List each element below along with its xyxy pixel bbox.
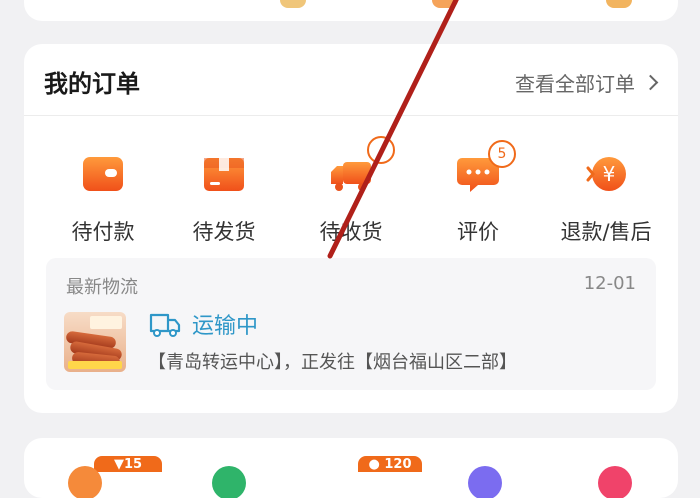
transit-status-text: 运输中 [192, 314, 259, 339]
transit-status: 运输中 [148, 308, 258, 340]
chevron-right-icon [642, 74, 659, 91]
status-label: 评价 [457, 220, 499, 244]
promo-icon[interactable] [68, 466, 102, 498]
status-label: 待付款 [71, 220, 135, 244]
promo-icon[interactable] [598, 466, 632, 498]
latest-logistics-panel[interactable]: 最新物流 12-01 运输中 【青岛转运中心】，正发往【烟台福山区二部】 [46, 258, 656, 390]
truck-outline-icon [149, 313, 181, 337]
refund-yen-icon: ¥ [586, 157, 626, 191]
thumbnail-footer [68, 361, 122, 369]
top-card-mark [432, 0, 458, 8]
logistics-route: 【青岛转运中心】，正发往【烟台福山区二部】 [148, 352, 517, 373]
delivery-truck-icon [331, 162, 371, 191]
divider [24, 115, 678, 116]
status-label: 退款/售后 [560, 220, 652, 244]
count-badge [367, 136, 395, 164]
top-card-mark [280, 0, 306, 8]
bottom-card: ▼15 ● 120 [24, 438, 678, 498]
status-pending-receipt[interactable]: 待收货 [291, 136, 411, 246]
package-icon [204, 158, 244, 191]
review-count-badge: 5 [488, 140, 516, 168]
top-card-mark [606, 0, 632, 8]
promo-icon[interactable] [212, 466, 246, 498]
status-pending-payment[interactable]: 待付款 [43, 144, 163, 246]
status-review[interactable]: 5 评价 [418, 140, 538, 246]
view-all-orders-link[interactable]: 查看全部订单 [515, 68, 659, 97]
svg-text:¥: ¥ [603, 162, 616, 186]
status-refund-aftersales[interactable]: ¥ 退款/售后 [546, 144, 666, 246]
product-thumbnail [64, 312, 126, 372]
status-label: 待发货 [192, 220, 256, 244]
order-status-row: 待付款 待发货 待收货 5 评价 ¥ 退款/售后 [24, 136, 678, 254]
status-label: 待收货 [319, 220, 383, 244]
top-card [24, 0, 678, 21]
orders-title: 我的订单 [44, 70, 140, 98]
status-pending-shipment[interactable]: 待发货 [164, 144, 284, 246]
logistics-date: 12-01 [583, 273, 636, 294]
logistics-title: 最新物流 [66, 277, 138, 298]
orders-card: 我的订单 查看全部订单 待付款 待发货 待收货 5 评价 ¥ 退款/售后 最新物… [24, 44, 678, 413]
promo-icon[interactable] [468, 466, 502, 498]
view-all-orders-label: 查看全部订单 [515, 72, 635, 96]
wallet-icon [83, 157, 123, 191]
thumbnail-tag [90, 316, 122, 329]
